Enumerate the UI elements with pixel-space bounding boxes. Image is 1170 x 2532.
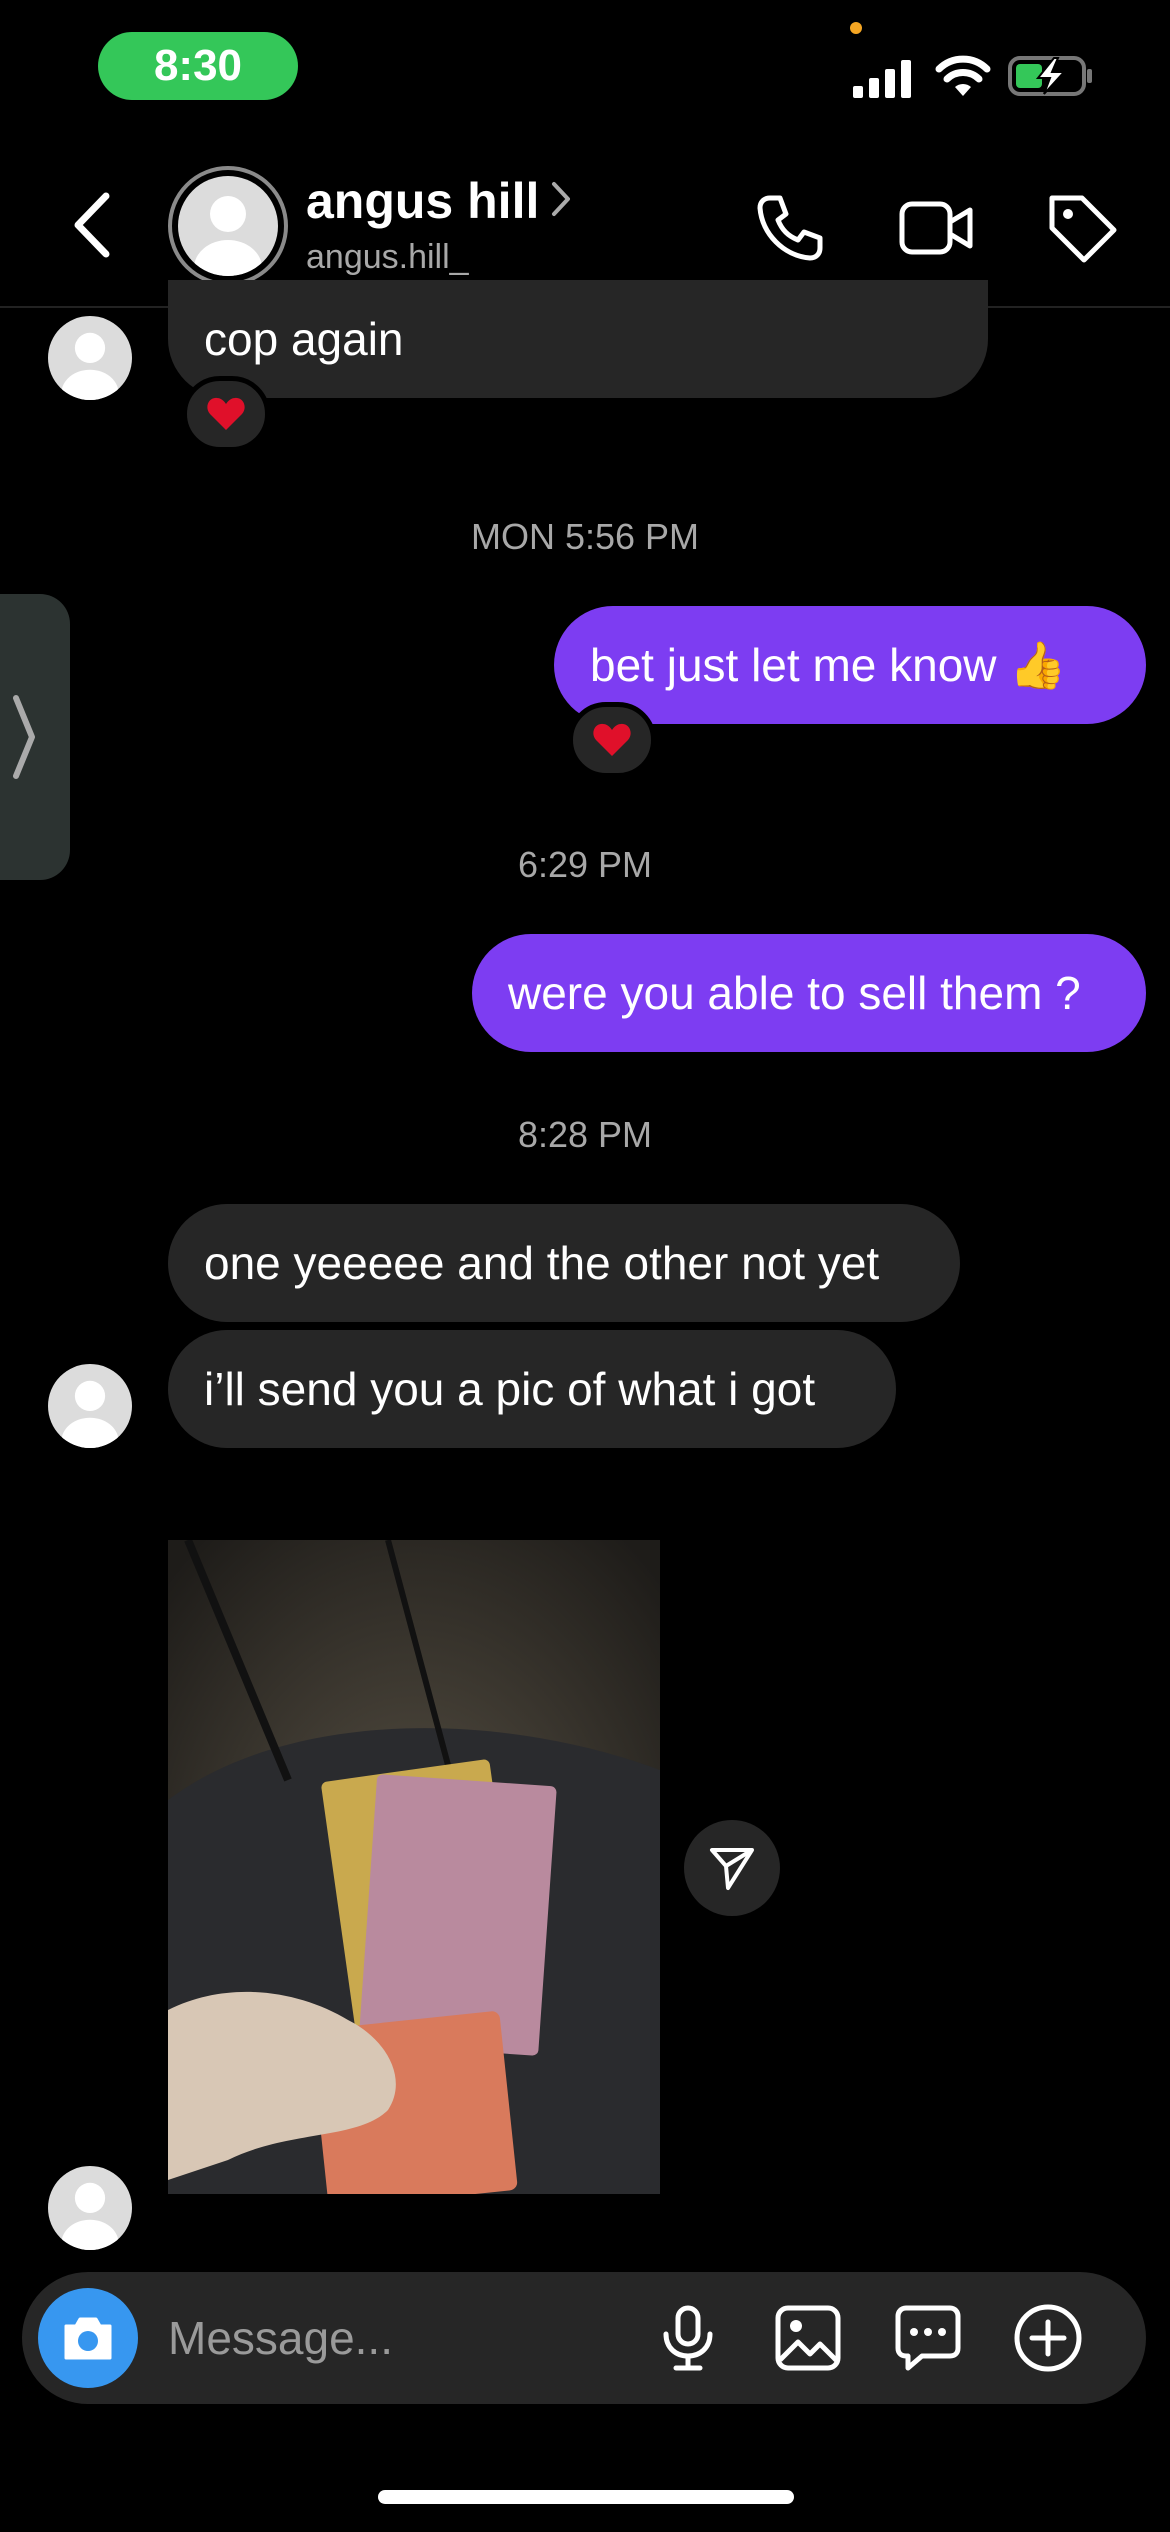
heart-icon <box>593 723 631 756</box>
message-input[interactable] <box>168 2298 648 2378</box>
microphone-icon[interactable] <box>652 2302 724 2374</box>
default-avatar-icon <box>61 332 119 400</box>
video-call-icon[interactable] <box>898 190 974 266</box>
privacy-indicator-dot <box>850 22 862 34</box>
message-bubble-sent[interactable]: bet just let me know 👍 <box>554 606 1146 724</box>
phone-icon[interactable] <box>752 190 828 266</box>
status-bar: 8:30 <box>0 0 1170 140</box>
profile-avatar[interactable] <box>168 166 288 286</box>
send-icon <box>710 1848 754 1890</box>
photo-message[interactable] <box>168 1540 660 2194</box>
default-avatar-icon <box>61 1380 119 1448</box>
chevron-right-icon <box>13 695 35 779</box>
reaction-badge[interactable] <box>568 702 656 778</box>
contact-name[interactable]: angus hill <box>306 172 539 230</box>
message-composer <box>22 2272 1146 2404</box>
default-avatar-icon <box>194 196 262 276</box>
cellular-signal-icon <box>853 60 911 98</box>
message-text: one yeeeee and the other not yet <box>204 1237 880 1289</box>
home-indicator[interactable] <box>378 2490 794 2504</box>
share-button[interactable] <box>684 1820 780 1916</box>
tag-icon[interactable] <box>1044 190 1120 266</box>
sender-avatar[interactable] <box>48 2166 132 2250</box>
wifi-icon <box>935 55 991 96</box>
contact-username: angus.hill_ <box>306 238 469 276</box>
message-bubble-received[interactable]: i’ll send you a pic of what i got <box>168 1330 896 1448</box>
sender-avatar[interactable] <box>48 316 132 400</box>
side-panel-tab[interactable] <box>0 594 70 880</box>
default-avatar-icon <box>61 2182 119 2250</box>
photo-of-banknotes <box>168 1540 660 2194</box>
gallery-icon[interactable] <box>772 2302 844 2374</box>
reaction-badge[interactable] <box>182 376 270 452</box>
message-text: bet just let me know 👍 <box>590 638 1067 691</box>
message-text: were you able to sell them ? <box>508 967 1081 1019</box>
timestamp: 8:28 PM <box>517 1114 653 1155</box>
status-time: 8:30 <box>98 32 298 100</box>
chevron-right-icon[interactable] <box>548 178 576 220</box>
camera-icon <box>64 2317 112 2360</box>
timestamp: 6:29 PM <box>517 844 653 885</box>
message-bubble-received[interactable]: cop again <box>168 280 988 398</box>
message-text: cop again <box>204 313 404 365</box>
sticker-icon[interactable] <box>892 2302 964 2374</box>
camera-button[interactable] <box>38 2288 138 2388</box>
sender-avatar[interactable] <box>48 1364 132 1448</box>
message-bubble-sent[interactable]: were you able to sell them ? <box>472 934 1146 1052</box>
back-icon[interactable] <box>68 190 118 260</box>
battery-charging-icon <box>1008 56 1092 96</box>
plus-icon[interactable] <box>1012 2302 1084 2374</box>
message-bubble-received[interactable]: one yeeeee and the other not yet <box>168 1204 960 1322</box>
message-text: i’ll send you a pic of what i got <box>204 1363 816 1415</box>
timestamp: MON 5:56 PM <box>470 516 700 557</box>
heart-icon <box>207 397 245 430</box>
